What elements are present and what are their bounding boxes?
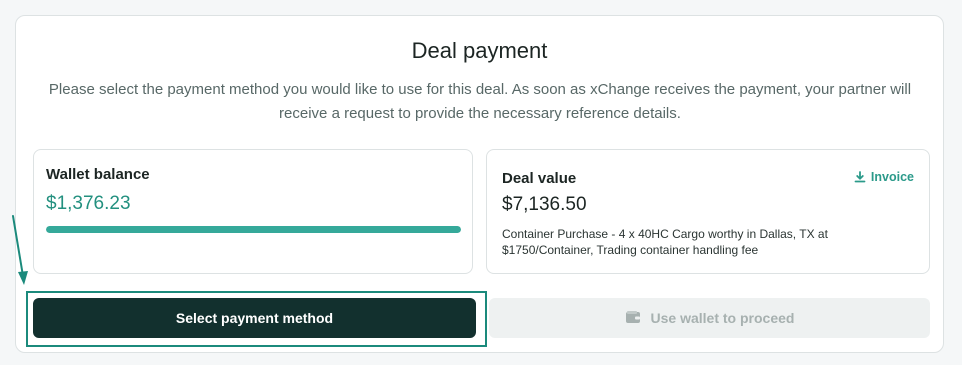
select-payment-method-button[interactable]: Select payment method — [33, 298, 476, 338]
download-icon — [854, 171, 866, 183]
wallet-progress-bar — [46, 226, 461, 233]
payment-description: Please select the payment method you wou… — [48, 81, 912, 122]
deal-description: Container Purchase - 4 x 40HC Cargo wort… — [502, 227, 828, 257]
deal-value-panel: Deal value Invoice $7,136.50 Container P… — [486, 149, 930, 274]
deal-value-label: Deal value — [502, 170, 577, 187]
invoice-link[interactable]: Invoice — [854, 170, 914, 184]
wallet-balance-amount: $1,376.23 — [46, 193, 131, 214]
wallet-progress-fill — [46, 226, 461, 233]
deal-payment-card: Deal payment Please select the payment m… — [15, 15, 944, 353]
wallet-balance-label: Wallet balance — [46, 166, 150, 183]
invoice-label: Invoice — [870, 170, 914, 184]
deal-value-amount: $7,136.50 — [502, 194, 587, 215]
wallet-balance-panel: Wallet balance $1,376.23 — [33, 149, 473, 274]
use-wallet-button[interactable]: Use wallet to proceed — [489, 298, 930, 338]
wallet-icon — [625, 310, 641, 327]
page-title: Deal payment — [411, 38, 548, 63]
use-wallet-label: Use wallet to proceed — [650, 310, 795, 326]
